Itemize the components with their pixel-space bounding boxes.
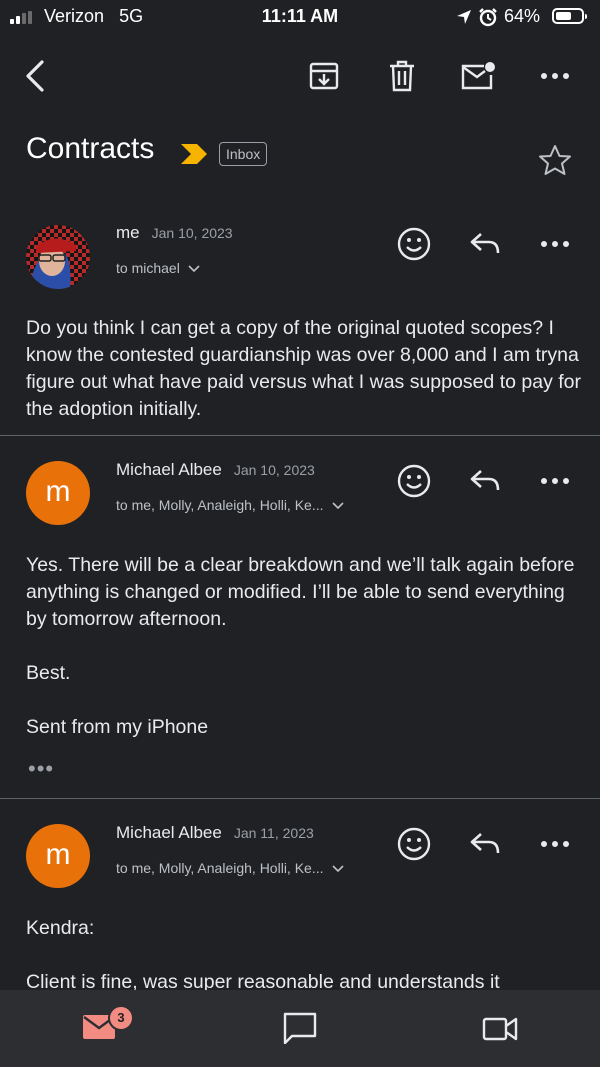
bottom-nav bbox=[0, 990, 600, 1067]
location-icon bbox=[457, 10, 471, 24]
star-icon[interactable] bbox=[538, 144, 572, 176]
sender-name: me Jan 10, 2023 bbox=[116, 223, 233, 242]
show-quoted-text-button[interactable]: ••• bbox=[28, 756, 54, 782]
importance-marker-icon[interactable] bbox=[180, 143, 208, 165]
message-more-icon[interactable] bbox=[540, 475, 570, 487]
message-body: Yes. There will be a clear breakdown and… bbox=[26, 554, 575, 738]
message-divider bbox=[0, 798, 600, 799]
avatar[interactable] bbox=[26, 225, 90, 289]
message-body: Kendra: Client is fine, was super reason… bbox=[26, 917, 500, 993]
message-divider bbox=[0, 435, 600, 436]
message-body: Do you think I can get a copy of the ori… bbox=[26, 317, 587, 420]
message-date: Jan 11, 2023 bbox=[233, 825, 314, 841]
reply-icon[interactable] bbox=[469, 468, 501, 494]
chevron-down-icon bbox=[331, 865, 344, 873]
reply-icon[interactable] bbox=[469, 831, 501, 857]
mark-unread-icon[interactable] bbox=[460, 60, 496, 92]
archive-icon[interactable] bbox=[308, 60, 340, 92]
status-bar: Verizon 5G 11:11 AM 64% bbox=[0, 0, 600, 34]
thread-subject: Contracts bbox=[26, 132, 155, 165]
message-date: Jan 10, 2023 bbox=[151, 225, 233, 241]
alarm-icon bbox=[479, 8, 497, 27]
message-more-icon[interactable] bbox=[540, 838, 570, 850]
more-options-icon[interactable] bbox=[540, 70, 570, 82]
recipients-toggle[interactable]: to me, Molly, Analeigh, Holli, Ke... bbox=[116, 497, 344, 513]
reply-icon[interactable] bbox=[469, 231, 501, 257]
sender-name: Michael Albee Jan 11, 2023 bbox=[116, 823, 314, 842]
battery-icon bbox=[552, 8, 587, 24]
chevron-down-icon bbox=[331, 502, 344, 510]
recipients-toggle[interactable]: to me, Molly, Analeigh, Holli, Ke... bbox=[116, 860, 344, 876]
recipients-toggle[interactable]: to michael bbox=[116, 260, 200, 276]
inbox-label-chip[interactable]: Inbox bbox=[219, 142, 268, 166]
avatar[interactable]: m bbox=[26, 461, 90, 525]
trash-icon[interactable] bbox=[386, 59, 418, 93]
chevron-down-icon bbox=[188, 265, 200, 273]
message-more-icon[interactable] bbox=[540, 238, 570, 250]
mail-badge: 3 bbox=[108, 1005, 134, 1031]
sender-name: Michael Albee Jan 10, 2023 bbox=[116, 460, 315, 479]
battery-percent: 64% bbox=[504, 6, 541, 26]
emoji-reaction-icon[interactable] bbox=[397, 827, 431, 861]
message-date: Jan 10, 2023 bbox=[233, 462, 315, 478]
meet-icon[interactable] bbox=[482, 1016, 518, 1042]
back-arrow-icon[interactable] bbox=[22, 58, 50, 94]
emoji-reaction-icon[interactable] bbox=[397, 464, 431, 498]
chat-icon[interactable] bbox=[283, 1012, 317, 1044]
avatar[interactable]: m bbox=[26, 824, 90, 888]
emoji-reaction-icon[interactable] bbox=[397, 227, 431, 261]
